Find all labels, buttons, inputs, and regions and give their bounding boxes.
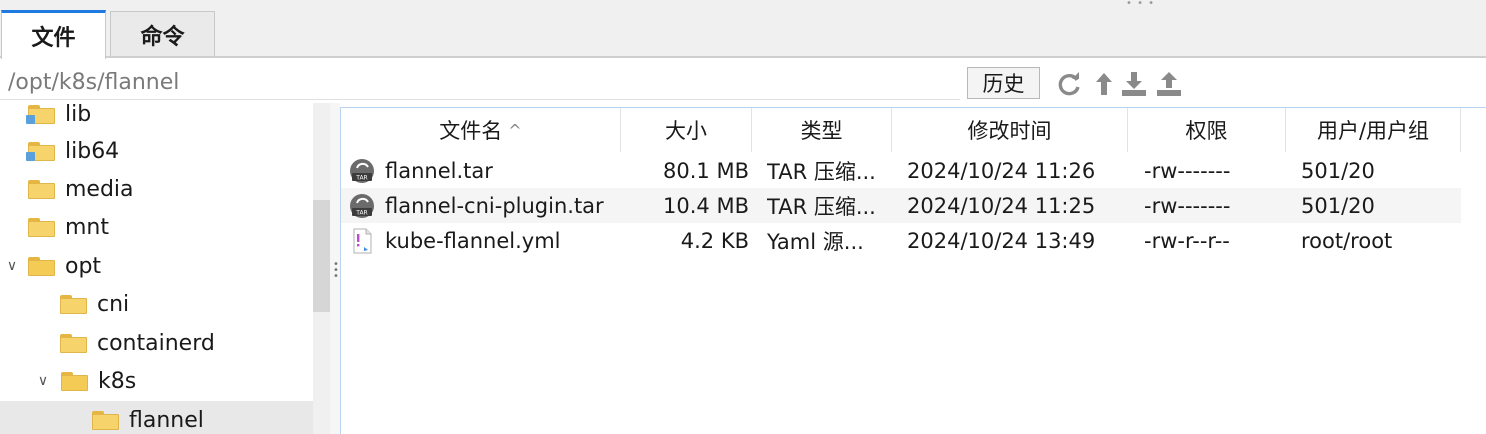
column-header-permissions[interactable]: 权限 [1128,108,1286,152]
file-size: 80.1 MB [663,158,749,183]
file-owner: 501/20 [1301,193,1375,218]
tree-item-k8s[interactable]: ∨ k8s [0,362,313,400]
file-row[interactable]: TAR flannel.tar 80.1 MB TAR 压缩... 2024/1… [341,153,1461,188]
folder-icon [60,294,87,314]
yaml-file-icon [353,228,372,253]
svg-text:TAR: TAR [355,209,367,216]
file-type: TAR 压缩... [767,159,876,184]
folder-open-icon [28,256,55,276]
column-header-type[interactable]: 类型 [752,108,892,152]
column-header-name[interactable]: 文件名 ^ [341,108,621,152]
path-input[interactable] [0,66,960,100]
file-permissions: -rw------- [1144,158,1231,183]
tree-item-mnt[interactable]: mnt [0,208,313,246]
path-toolbar: 历史 [0,58,1486,103]
tar-archive-icon: TAR [350,158,374,183]
history-button[interactable]: 历史 [967,67,1040,99]
column-header-size[interactable]: 大小 [621,108,752,152]
file-list: 文件名 ^ 大小 类型 修改时间 权限 用户/用户组 TAR flannel.t… [340,107,1486,434]
file-type: Yaml 源... [767,229,864,254]
folder-icon [60,333,87,353]
file-type: TAR 压缩... [767,194,876,219]
upload-icon[interactable] [1155,70,1183,98]
file-mtime: 2024/10/24 11:26 [907,158,1096,183]
folder-icon [92,410,119,430]
file-table-header: 文件名 ^ 大小 类型 修改时间 权限 用户/用户组 [341,108,1461,152]
file-row[interactable]: TAR flannel-cni-plugin.tar 10.4 MB TAR 压… [341,188,1461,223]
file-row[interactable]: kube-flannel.yml 4.2 KB Yaml 源... 2024/1… [341,223,1461,258]
file-name: flannel.tar [385,158,493,183]
tree-item-lib64[interactable]: lib64 [0,132,313,170]
tree-item-media[interactable]: media [0,170,313,208]
splitter-grip-icon[interactable]: • • • [333,260,339,282]
refresh-icon[interactable] [1055,70,1083,98]
file-size: 4.2 KB [680,228,749,253]
tree-item-cni[interactable]: cni [0,285,313,323]
file-mtime: 2024/10/24 11:25 [907,193,1096,218]
drag-grip-icon[interactable]: • • • [1126,0,1155,9]
chevron-down-icon[interactable]: ∨ [4,258,20,274]
file-owner: root/root [1301,228,1393,253]
folder-open-icon [61,371,88,391]
file-permissions: -rw-r--r-- [1144,228,1230,253]
svg-text:TAR: TAR [355,174,367,181]
column-header-owner[interactable]: 用户/用户组 [1286,108,1461,152]
sort-ascending-icon: ^ [508,120,522,140]
tree-item-lib[interactable]: lib [0,103,313,133]
file-owner: 501/20 [1301,158,1375,183]
tar-archive-icon: TAR [350,193,374,218]
tree-item-opt[interactable]: ∨ opt [0,247,313,285]
file-permissions: -rw------- [1144,193,1231,218]
tree-scrollbar-thumb[interactable] [313,200,330,312]
file-name: flannel-cni-plugin.tar [385,193,604,218]
file-name: kube-flannel.yml [385,228,561,253]
directory-tree: lib lib64 media mnt ∨ opt cni containerd… [0,103,313,434]
tab-files[interactable]: 文件 [1,10,106,59]
tree-item-containerd[interactable]: containerd [0,324,313,362]
go-up-icon[interactable] [1090,70,1118,98]
tab-commands[interactable]: 命令 [110,11,215,57]
folder-link-icon [26,104,55,124]
column-header-modified[interactable]: 修改时间 [892,108,1128,152]
download-icon[interactable] [1120,70,1148,98]
folder-link-icon [26,141,55,161]
folder-icon [28,217,55,237]
folder-icon [28,179,55,199]
tree-item-flannel[interactable]: flannel [0,401,313,434]
file-size: 10.4 MB [663,193,749,218]
tab-strip: • • • 文件 命令 [0,0,1486,59]
chevron-down-icon[interactable]: ∨ [35,373,51,389]
file-mtime: 2024/10/24 13:49 [907,228,1096,253]
